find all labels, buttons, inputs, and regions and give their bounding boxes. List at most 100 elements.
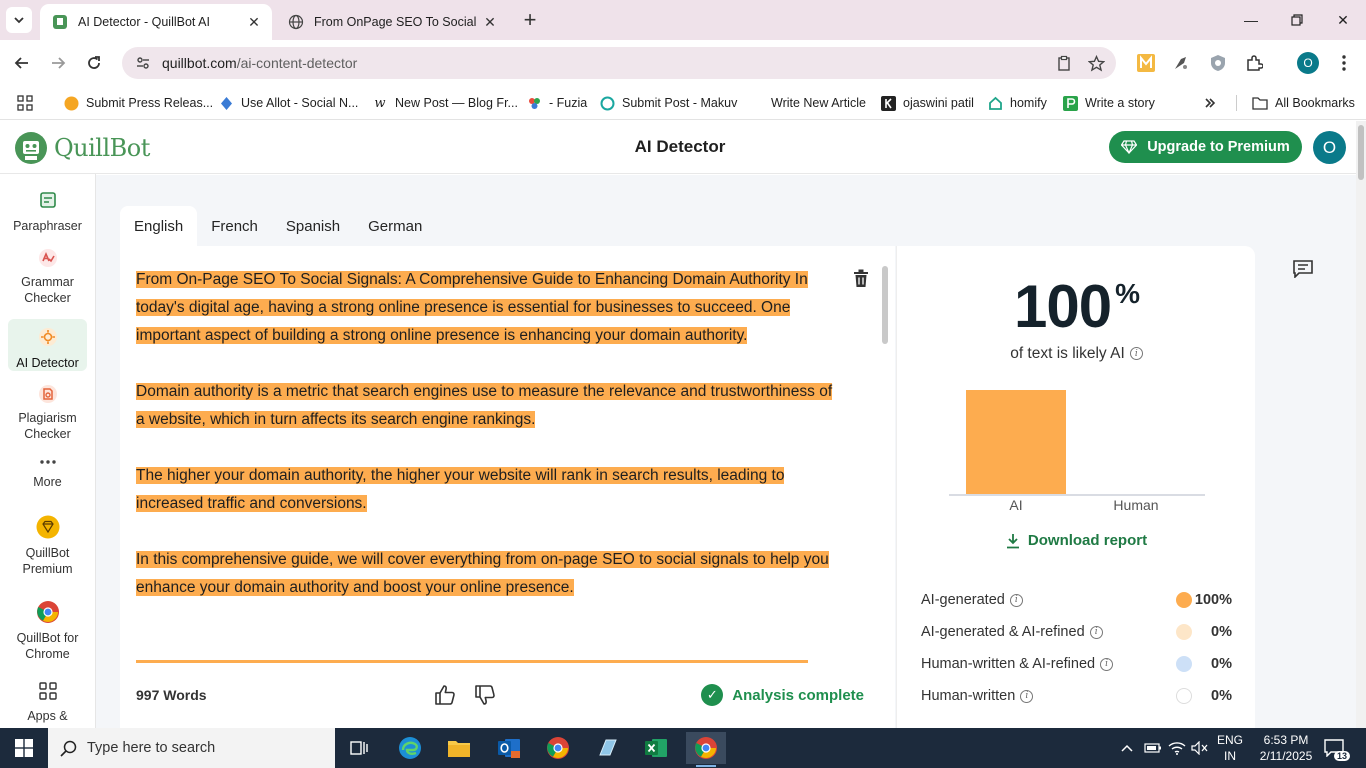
page-title: AI Detector xyxy=(634,137,726,156)
bookmark-item[interactable]: homify xyxy=(987,92,1047,114)
file-explorer-icon[interactable] xyxy=(439,732,479,764)
bookmark-item[interactable]: ojaswini patil xyxy=(880,92,974,114)
task-view-icon[interactable] xyxy=(340,732,380,764)
notification-count-badge: 13 xyxy=(1333,751,1350,761)
sidebar-item-grammar-checker[interactable]: Grammar Checker xyxy=(8,248,87,306)
all-bookmarks[interactable]: All Bookmarks xyxy=(1252,92,1355,114)
text-editor-panel: From On-Page SEO To Social Signals: A Co… xyxy=(120,246,895,728)
tab-search-button[interactable] xyxy=(6,7,32,33)
tab-german[interactable]: German xyxy=(354,206,436,246)
sidebar-item-quillbot-for-chrome[interactable]: QuillBot for Chrome xyxy=(8,600,87,661)
tab-french[interactable]: French xyxy=(197,206,272,246)
sidebar-item-label: More xyxy=(33,475,62,489)
extension-m-icon[interactable] xyxy=(1136,53,1156,73)
analysis-status-text: Analysis complete xyxy=(732,686,864,704)
tab-english[interactable]: English xyxy=(120,206,198,246)
chevron-up-icon[interactable] xyxy=(1120,728,1134,768)
editor-scrollbar-thumb[interactable] xyxy=(882,266,888,344)
sidebar-item-label: Paraphraser xyxy=(13,219,82,233)
sidebar-item-quillbot-premium[interactable]: QuillBot Premium xyxy=(8,515,87,576)
extensions-puzzle-icon[interactable] xyxy=(1244,53,1264,73)
sidebar-item-paraphraser[interactable]: Paraphraser xyxy=(8,188,87,234)
apps-grid-icon[interactable] xyxy=(17,92,33,114)
bookmark-star-icon[interactable] xyxy=(1086,53,1106,73)
bookmark-label: Submit Press Releas... xyxy=(86,96,214,110)
sidebar-item-ai-detector[interactable]: AI Detector xyxy=(8,319,87,371)
battery-icon[interactable] xyxy=(1144,728,1162,768)
thumbs-up-icon[interactable] xyxy=(432,682,458,708)
chrome-taskbar-icon[interactable] xyxy=(538,732,578,764)
browser-menu-kebab-icon[interactable] xyxy=(1334,53,1354,73)
sidebar-item-more[interactable]: More xyxy=(8,456,87,492)
download-report-button[interactable]: Download report xyxy=(897,532,1256,549)
windows-start-icon[interactable] xyxy=(0,728,48,768)
bookmark-label: ojaswini patil xyxy=(903,96,974,110)
info-icon[interactable]: i xyxy=(1089,625,1103,639)
forward-arrow-icon[interactable] xyxy=(44,49,72,77)
info-icon[interactable]: i xyxy=(1129,347,1143,361)
upgrade-to-premium-button[interactable]: Upgrade to Premium xyxy=(1109,131,1302,163)
notification-center-icon[interactable]: 13 xyxy=(1322,737,1350,761)
tab-spanish[interactable]: Spanish xyxy=(272,206,354,246)
input-text-area[interactable]: From On-Page SEO To Social Signals: A Co… xyxy=(136,266,836,630)
input-language-indicator[interactable]: ENG IN xyxy=(1212,732,1248,764)
site-info-icon[interactable] xyxy=(134,55,152,71)
quillbot-logo[interactable]: QuillBot xyxy=(14,131,150,165)
minimize-icon[interactable]: — xyxy=(1228,0,1274,40)
wifi-icon[interactable] xyxy=(1168,728,1186,768)
thumbs-down-icon[interactable] xyxy=(472,682,498,708)
info-icon[interactable]: i xyxy=(1009,593,1023,607)
reload-icon[interactable] xyxy=(80,49,108,77)
close-icon[interactable]: ✕ xyxy=(244,12,264,32)
sidebar-item-apps[interactable]: Apps & xyxy=(8,680,87,724)
bookmark-item[interactable]: Write a story xyxy=(1062,92,1155,114)
bookmark-item[interactable]: Submit Press Releas... xyxy=(63,92,213,114)
address-bar[interactable]: quillbot.com/ai-content-detector xyxy=(122,47,1116,79)
sidebar-item-label: QuillBot for Chrome xyxy=(16,631,79,661)
extension-pen-icon[interactable] xyxy=(1171,53,1191,73)
notepad-icon[interactable] xyxy=(587,732,627,764)
tab-seo-article[interactable]: From OnPage SEO To Social Sig ✕ xyxy=(276,4,508,40)
chrome-icon xyxy=(36,600,60,624)
page-scrollbar[interactable] xyxy=(1356,121,1366,728)
scrollbar-thumb[interactable] xyxy=(1358,125,1364,180)
taskbar-search[interactable]: Type here to search xyxy=(48,728,335,768)
apps-grid-icon xyxy=(36,680,60,702)
bookmark-item[interactable]: - Fuzia xyxy=(526,92,587,114)
bookmark-item[interactable]: Submit Post - Makuv xyxy=(599,92,737,114)
extension-shield-icon[interactable] xyxy=(1208,53,1228,73)
trash-icon[interactable] xyxy=(851,266,871,290)
edge-browser-icon[interactable] xyxy=(390,732,430,764)
back-arrow-icon[interactable] xyxy=(8,49,36,77)
new-tab-plus-icon[interactable]: + xyxy=(518,7,542,32)
user-avatar[interactable]: O xyxy=(1313,131,1346,164)
download-icon xyxy=(1006,533,1019,548)
sidebar-item-plagiarism-checker[interactable]: Plagiarism Checker xyxy=(8,384,87,442)
restore-icon[interactable] xyxy=(1274,0,1320,40)
check-circle-icon: ✓ xyxy=(701,684,724,706)
bookmark-item[interactable]: w New Post — Blog Fr... xyxy=(372,92,518,114)
paragraph: In this comprehensive guide, we will cov… xyxy=(136,546,836,602)
comment-feedback-icon[interactable] xyxy=(1292,259,1314,279)
bookmark-item[interactable]: Use Allot - Social N... xyxy=(218,92,358,114)
excel-icon[interactable] xyxy=(636,732,676,764)
score-caption: of text is likely AI i xyxy=(897,345,1256,363)
volume-muted-icon[interactable] xyxy=(1191,728,1209,768)
tab-ai-detector[interactable]: AI Detector - QuillBot AI ✕ xyxy=(40,4,272,40)
chrome-profile-taskbar-icon[interactable] xyxy=(686,732,726,767)
close-icon[interactable]: ✕ xyxy=(480,12,500,32)
language-code: ENG xyxy=(1216,733,1243,747)
clipboard-icon[interactable] xyxy=(1054,53,1074,73)
quillbot-robot-icon xyxy=(15,132,47,164)
profile-avatar[interactable]: O xyxy=(1297,52,1319,74)
legend-value: 0% xyxy=(1211,688,1232,704)
window-close-icon[interactable]: ✕ xyxy=(1320,0,1366,40)
bookmark-item[interactable]: Write New Article xyxy=(748,92,866,114)
system-clock[interactable]: 6:53 PM 2/11/2025 xyxy=(1254,732,1318,764)
info-icon[interactable]: i xyxy=(1100,657,1114,671)
chevron-double-right-icon[interactable] xyxy=(1203,92,1217,114)
bookmarks-bar: Submit Press Releas... Use Allot - Socia… xyxy=(0,86,1366,120)
outlook-icon[interactable] xyxy=(489,732,529,764)
word-count: 997 Words xyxy=(136,687,207,703)
info-icon[interactable]: i xyxy=(1020,689,1034,703)
